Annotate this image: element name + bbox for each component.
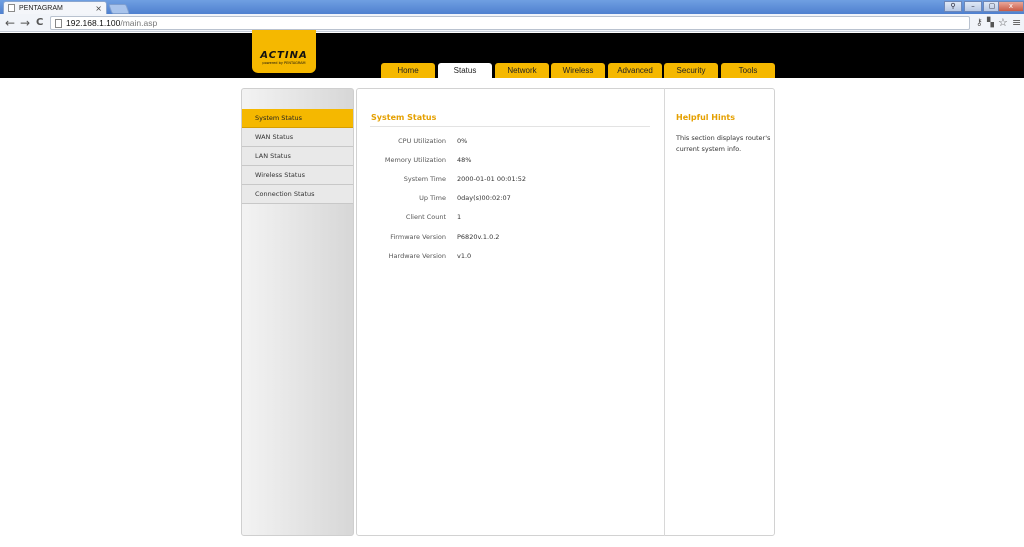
sidebar-item-wan-status[interactable]: WAN Status bbox=[242, 128, 353, 147]
section-divider bbox=[370, 126, 650, 127]
logo-text: ACTINA bbox=[260, 50, 308, 61]
browser-toolbar: ← → C 192.168.1.100 /main.asp ⚷ ▚ ☆ ≡ bbox=[0, 14, 1024, 32]
firmware-version-label: Firmware Version bbox=[390, 233, 446, 241]
logo-subtext: powered by PENTAGRAM bbox=[262, 61, 306, 65]
reload-button[interactable]: C bbox=[36, 16, 43, 30]
memory-utilization-label: Memory Utilization bbox=[384, 156, 446, 164]
tab-network[interactable]: Network bbox=[495, 63, 549, 78]
tab-title: PENTAGRAM bbox=[19, 4, 63, 12]
tab-tools[interactable]: Tools bbox=[721, 63, 775, 78]
address-path: /main.asp bbox=[120, 18, 158, 28]
up-time-value: 0day(s)00:02:07 bbox=[457, 194, 511, 202]
sidebar-item-lan-status[interactable]: LAN Status bbox=[242, 147, 353, 166]
sidebar: System Status WAN Status LAN Status Wire… bbox=[241, 88, 354, 536]
forward-button[interactable]: → bbox=[20, 16, 30, 30]
client-count-value: 1 bbox=[457, 213, 462, 221]
extension-icon[interactable]: ⚷ bbox=[976, 17, 983, 29]
hardware-version-label: Hardware Version bbox=[388, 252, 446, 260]
close-window-button[interactable]: x bbox=[998, 1, 1024, 12]
menu-icon[interactable]: ≡ bbox=[1012, 17, 1021, 29]
close-tab-icon[interactable]: × bbox=[95, 4, 102, 13]
back-button[interactable]: ← bbox=[5, 16, 15, 30]
tab-home[interactable]: Home bbox=[381, 63, 435, 78]
brand-logo: ACTINA powered by PENTAGRAM bbox=[252, 30, 316, 73]
sidebar-item-connection-status[interactable]: Connection Status bbox=[242, 185, 353, 204]
tab-wireless[interactable]: Wireless bbox=[551, 63, 605, 78]
browser-titlebar: PENTAGRAM × ⚲ – ▢ x bbox=[0, 0, 1024, 14]
up-time-label: Up Time bbox=[419, 194, 446, 202]
system-time-value: 2000-01-01 00:01:52 bbox=[457, 175, 527, 183]
hardware-version-value: v1.0 bbox=[457, 252, 472, 260]
cpu-utilization-value: 0% bbox=[457, 137, 468, 145]
system-time-label: System Time bbox=[403, 175, 446, 183]
user-icon[interactable]: ⚲ bbox=[944, 1, 962, 12]
page-icon bbox=[8, 4, 15, 12]
helpful-hints-text: This section displays router's current s… bbox=[676, 134, 771, 153]
tab-security[interactable]: Security bbox=[664, 63, 718, 78]
sidebar-item-system-status[interactable]: System Status bbox=[242, 109, 353, 128]
client-count-label: Client Count bbox=[405, 213, 446, 221]
page-icon bbox=[55, 18, 62, 28]
address-bar[interactable]: 192.168.1.100 /main.asp bbox=[50, 16, 970, 30]
minimize-button[interactable]: – bbox=[964, 1, 982, 12]
tab-advanced[interactable]: Advanced bbox=[608, 63, 662, 78]
hints-divider bbox=[664, 88, 665, 536]
new-tab-button[interactable] bbox=[108, 4, 130, 14]
sidebar-item-wireless-status[interactable]: Wireless Status bbox=[242, 166, 353, 185]
browser-tab[interactable]: PENTAGRAM × bbox=[3, 1, 107, 14]
address-host: 192.168.1.100 bbox=[66, 18, 121, 28]
bookmark-star-icon[interactable]: ☆ bbox=[998, 17, 1008, 29]
helpful-hints-title: Helpful Hints bbox=[676, 113, 736, 122]
tab-status[interactable]: Status bbox=[438, 63, 492, 78]
memory-utilization-value: 48% bbox=[457, 156, 472, 164]
cpu-utilization-label: CPU Utilization bbox=[398, 137, 446, 145]
firmware-version-value: P6820v.1.0.2 bbox=[457, 233, 500, 241]
section-title: System Status bbox=[371, 113, 437, 122]
translate-icon[interactable]: ▚ bbox=[987, 17, 994, 29]
